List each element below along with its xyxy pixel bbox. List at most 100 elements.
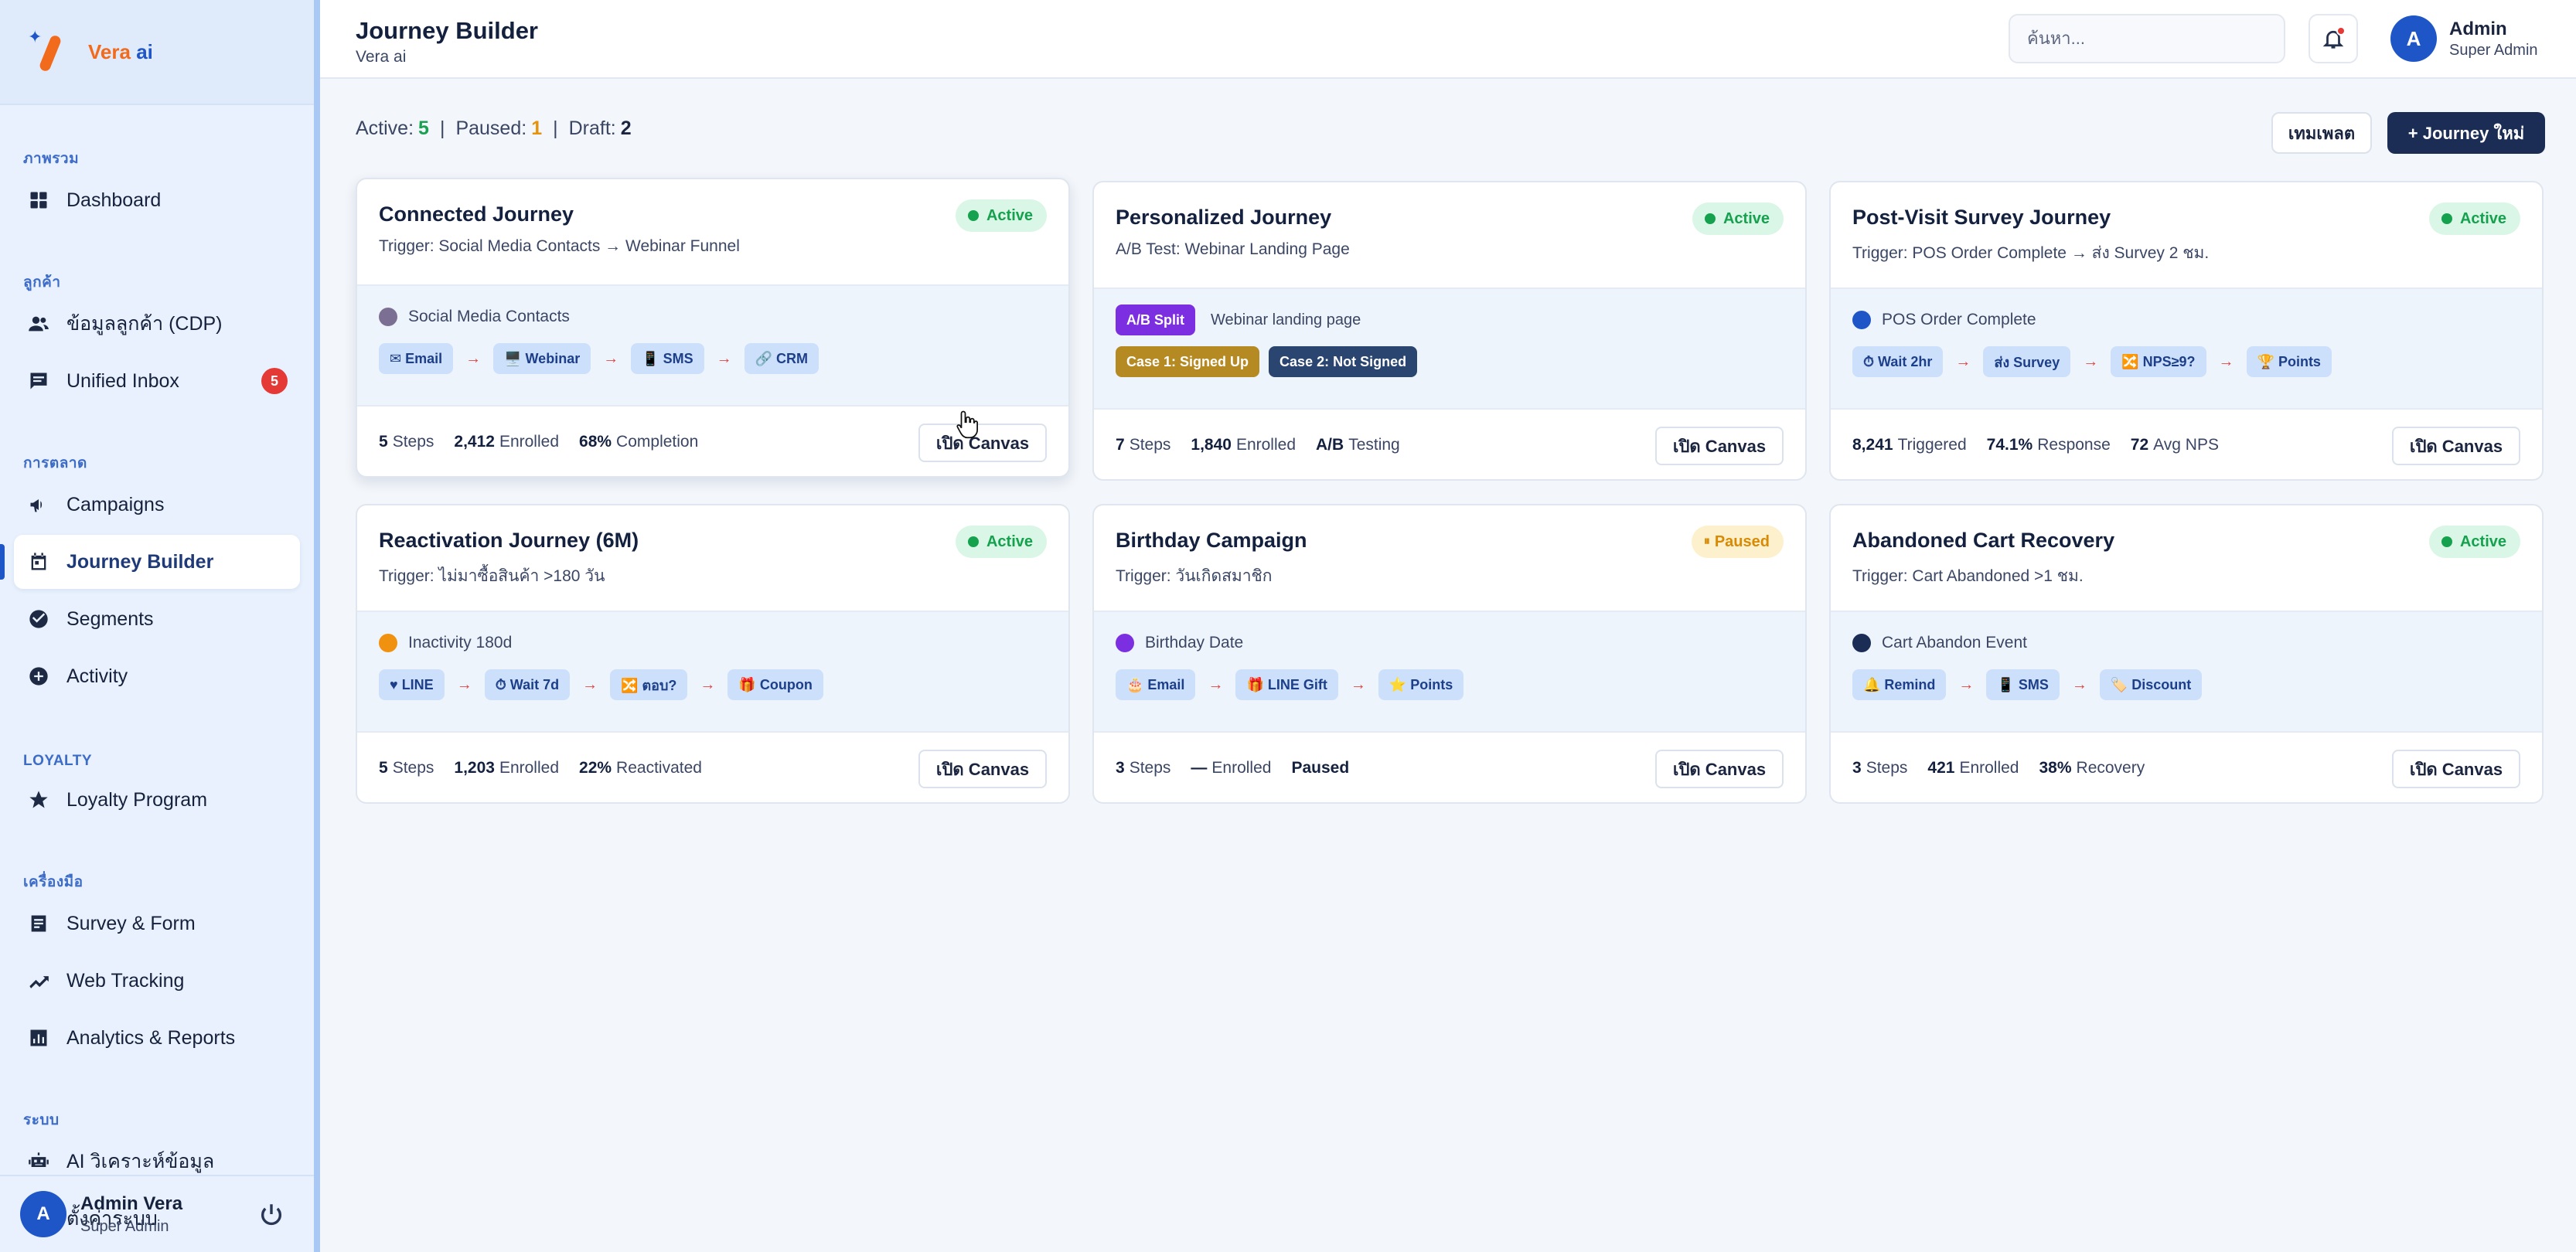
card-trigger: A/B Test: Webinar Landing Page [1116,240,1350,258]
flow-step: 🎂 Email [1116,669,1196,700]
brand[interactable]: ✦ Vera ai [0,0,314,105]
card-title: Personalized Journey [1116,206,1332,229]
notification-button[interactable] [2309,14,2358,63]
sidebar-item-cdp[interactable]: ข้อมูลลูกค้า (CDP) [14,297,300,351]
sidebar-item-unified-inbox[interactable]: Unified Inbox 5 [14,354,300,408]
journey-card-abandoned-cart[interactable]: Abandoned Cart Recovery Trigger: Cart Ab… [1829,504,2544,804]
metric-steps: 7 Steps [1116,436,1171,454]
trend-icon [26,968,51,993]
top-header: Journey Builder Vera ai A Admin Super Ad… [320,0,2576,79]
journey-card-post-visit-survey[interactable]: Post-Visit Survey Journey Trigger: POS O… [1829,181,2544,481]
card-trigger: Trigger: ไม่มาซื้อสินค้า >180 วัน [379,567,605,585]
megaphone-icon [26,492,51,517]
flow-step: 📱 SMS [1986,669,2060,700]
journey-card-personalized[interactable]: Personalized Journey A/B Test: Webinar L… [1092,181,1807,481]
user-role: Super Admin [80,1217,169,1235]
status-badge: Active [2428,202,2520,235]
stat-active-count: 5 [418,117,429,139]
sidebar-item-label: Survey & Form [66,912,196,934]
avatar: A [20,1191,66,1237]
template-button[interactable]: เทมเพลต [2271,112,2372,154]
status-dot-icon [967,536,979,547]
metric-enrolled: 1,203 Enrolled [454,759,560,777]
sidebar-item-label: Web Tracking [66,969,185,992]
user-name: Admin Vera [80,1192,183,1214]
sidebar-item-survey-form[interactable]: Survey & Form [14,896,300,951]
arrow-right-icon: → [582,675,598,693]
avatar: A [2390,15,2437,62]
open-canvas-button[interactable]: เปิด Canvas [2392,750,2520,788]
search-input[interactable] [2009,14,2285,63]
sidebar-item-journey-builder[interactable]: Journey Builder [0,535,300,589]
sidebar-item-label: Campaigns [66,493,165,515]
sidebar-item-label: Dashboard [66,189,162,211]
logout-power-icon[interactable] [258,1201,285,1227]
nav-section-loyalty: LOYALTY [23,753,93,769]
user-name: Admin [2449,18,2507,39]
open-canvas-button[interactable]: เปิด Canvas [918,750,1047,788]
status-badge: ⏸ Paused [1691,526,1784,558]
metric-reactivated: 22% Reactivated [579,759,702,777]
arrow-right-icon: → [1958,675,1975,693]
flow-step: 🔀 NPS≥9? [2111,346,2206,377]
chat-icon [26,369,51,393]
stat-separator: | [439,117,445,139]
sidebar-item-activity[interactable]: Activity [14,649,300,703]
star-icon [26,788,51,812]
sidebar-user-profile[interactable]: A Admin Vera Super Admin [0,1175,314,1252]
journey-card-birthday[interactable]: Birthday Campaign Trigger: วันเกิดสมาชิก… [1092,504,1807,804]
grid-icon [26,188,51,213]
open-canvas-button[interactable]: เปิด Canvas [2392,427,2520,465]
journey-card-reactivation[interactable]: Reactivation Journey (6M) Trigger: ไม่มา… [356,504,1070,804]
card-trigger: Trigger: วันเกิดสมาชิก [1116,567,1273,585]
new-journey-button[interactable]: + Journey ใหม่ [2387,112,2545,154]
journey-flow: Birthday Date 🎂 Email → 🎁 LINE Gift → ⭐ Po… [1094,611,1805,733]
metric-triggered: 8,241 Triggered [1852,436,1967,454]
pause-icon: ⏸ [1703,535,1710,548]
arrow-right-icon: → [700,675,716,693]
journey-flow: Inactivity 180d ♥ LINE → ⏱ Wait 7d → 🔀 ตอบ… [357,611,1068,733]
flow-step: ⏱ Wait 7d [484,669,571,700]
metric-enrolled: 2,412 Enrolled [454,433,560,451]
flow-source: Cart Abandon Event [1882,634,2027,652]
calendar-icon [26,549,51,574]
flow-step: 🔔 Remind [1852,669,1947,700]
sidebar-item-segments[interactable]: Segments [14,592,300,646]
user-role: Super Admin [2449,41,2538,59]
card-trigger: Trigger: POS Order Complete → ส่ง Survey… [1852,244,2210,262]
open-canvas-button[interactable]: เปิด Canvas [1655,427,1784,465]
brand-name: Vera ai [88,39,153,63]
sidebar-item-web-tracking[interactable]: Web Tracking [14,954,300,1008]
sidebar-item-dashboard[interactable]: Dashboard [14,173,300,227]
sidebar-item-loyalty-program[interactable]: Loyalty Program [14,773,300,827]
metric-enrolled: 421 Enrolled [1927,759,2019,777]
source-dot-icon [379,308,397,326]
nav-section-marketing: การตลาด [23,455,87,471]
nav-section-tools: เครื่องมือ [23,874,83,890]
flow-step: 📱 SMS [631,343,704,374]
sidebar-item-label: Analytics & Reports [66,1026,236,1049]
status-badge: Active [955,526,1047,558]
flow-step: 🏷️ Discount [2099,669,2203,700]
metric-avg-nps: 72 Avg NPS [2130,436,2219,454]
sidebar-item-analytics-reports[interactable]: Analytics & Reports [14,1011,300,1065]
flow-step: ✉ Email [379,343,454,374]
flow-source: Social Media Contacts [408,308,570,325]
metric-response: 74.1% Response [1986,436,2111,454]
arrow-right-icon: → [1208,675,1224,693]
flow-step: 🔗 CRM [744,343,819,374]
open-canvas-button[interactable]: เปิด Canvas [1655,750,1784,788]
sidebar-item-label: Journey Builder [66,550,214,573]
plus-circle-icon [26,664,51,689]
status-dot-icon [2441,213,2452,224]
header-user-menu[interactable]: A Admin Super Admin [2390,15,2538,62]
card-title: Post-Visit Survey Journey [1852,206,2111,229]
flow-step: ♥ LINE [379,669,445,700]
flow-step: ⏱ Wait 2hr [1852,346,1944,377]
card-title: Connected Journey [379,202,574,226]
arrow-right-icon: → [465,349,482,367]
open-canvas-button[interactable]: เปิด Canvas [918,424,1047,462]
sidebar-item-campaigns[interactable]: Campaigns [14,478,300,532]
sidebar-item-label: Activity [66,665,128,687]
nav-section-system: ระบบ [23,1112,60,1128]
